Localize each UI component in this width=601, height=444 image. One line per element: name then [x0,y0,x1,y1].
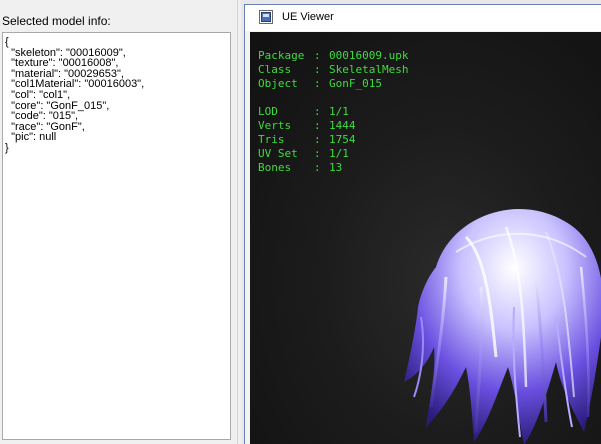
class-label: Class [258,63,292,76]
model-info-panel: Selected model info: { "skeleton": "0001… [0,0,237,444]
object-value: GonF_015 [329,77,382,90]
info-line: { [5,36,9,48]
model-info-label: Selected model info: [2,14,111,28]
uvset-value: 1/1 [329,147,349,160]
ue-viewer-window: UE Viewer Package: 00016009.upk Class: S… [241,0,601,444]
tris-label: Tris [258,133,285,146]
title-bar[interactable]: UE Viewer [245,5,601,31]
package-row: Package: 00016009.upk [258,49,409,62]
uvset-label: UV Set [258,147,298,160]
tris-row: Tris: 1754 [258,133,356,146]
package-value: 00016009.upk [329,49,409,62]
package-label: Package [258,49,305,62]
lod-value: 1/1 [329,105,349,118]
tris-value: 1754 [329,133,356,146]
verts-label: Verts [258,119,292,132]
verts-value: 1444 [329,119,356,132]
lod-row: LOD: 1/1 [258,105,349,118]
object-label: Object [258,77,298,90]
bones-value: 13 [329,161,343,174]
3d-viewport[interactable]: Package: 00016009.upk Class: SkeletalMes… [250,32,601,444]
verts-row: Verts: 1444 [258,119,356,132]
model-info-textbox[interactable]: { "skeleton": "00016009", "texture": "00… [2,32,231,440]
window-title: UE Viewer [282,11,334,23]
class-row: Class: SkeletalMesh [258,63,409,76]
app-icon [259,10,273,24]
info-line: "pic": null [5,131,57,144]
hair-mesh-render [404,209,601,444]
lod-label: LOD [258,105,278,118]
info-line: } [5,141,9,154]
bones-row: Bones: 13 [258,161,343,174]
bones-label: Bones [258,161,292,174]
object-row: Object: GonF_015 [258,77,382,90]
viewer-frame: UE Viewer Package: 00016009.upk Class: S… [244,4,601,444]
info-line: "col": "col1", [5,88,71,101]
model-info-text: { "skeleton": "00016009", "texture": "00… [5,37,144,154]
uvset-row: UV Set: 1/1 [258,147,349,160]
mesh-info-overlay: Package: 00016009.upk Class: SkeletalMes… [258,49,408,175]
class-value: SkeletalMesh [329,63,409,76]
